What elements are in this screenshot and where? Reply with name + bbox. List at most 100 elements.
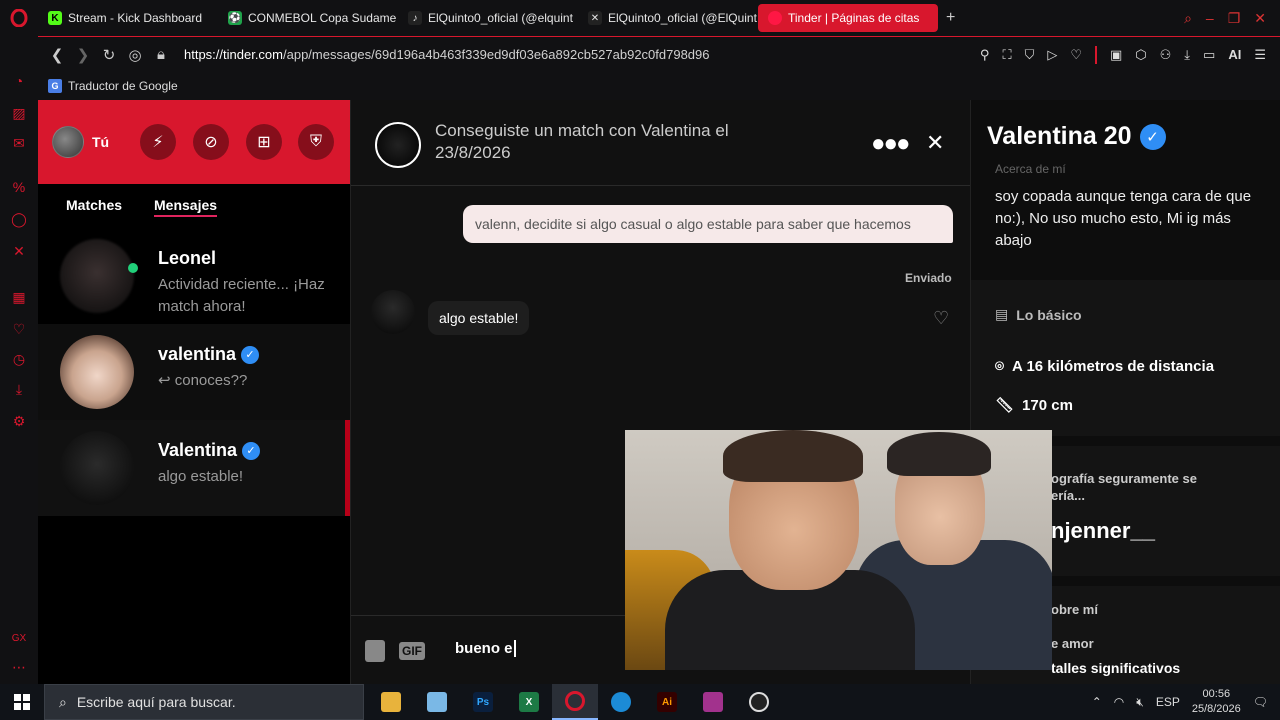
tab-x[interactable]: ✕ ElQuinto0_oficial (@ElQuint: [578, 4, 758, 32]
whatsapp-icon[interactable]: ◯: [10, 210, 28, 228]
my-profile-label[interactable]: Tú: [92, 134, 109, 150]
conversation-item[interactable]: valentina ✓ ↩ conoces??: [38, 324, 350, 420]
wifi-icon[interactable]: ◠: [1114, 695, 1124, 709]
photo-hint: ografía seguramente se ería...: [1051, 471, 1197, 503]
match-avatar[interactable]: [375, 122, 421, 168]
winrar-icon[interactable]: [690, 684, 736, 720]
clock[interactable]: 00:56 25/8/2026: [1192, 687, 1241, 717]
windows-start-icon[interactable]: [0, 684, 44, 720]
conversation-item[interactable]: Valentina ✓ algo estable!: [38, 420, 350, 516]
pin-icon[interactable]: ⚲: [980, 47, 990, 63]
photoshop-icon[interactable]: Ps: [460, 684, 506, 720]
back-icon[interactable]: ❮: [44, 46, 70, 64]
language-indicator[interactable]: ESP: [1156, 695, 1180, 709]
forward-icon[interactable]: ❯: [70, 46, 96, 64]
notifications-icon[interactable]: 🗨︎: [1253, 695, 1268, 709]
snapshot-icon[interactable]: ⛶: [1002, 47, 1011, 63]
site-info-icon[interactable]: ◎: [122, 46, 148, 64]
conversation-name: Valentina ✓: [158, 440, 261, 461]
opera-sidebar: ◔ ▨ ✉ % ◯ ✕ ▦ ♡ ◷ ⤓ ⚙ GX ⋯: [0, 36, 38, 684]
gif-button[interactable]: GIF: [399, 642, 425, 660]
tab-label: CONMEBOL Copa Sudame: [248, 11, 397, 25]
volume-muted-icon[interactable]: 🔇︎: [1136, 695, 1144, 710]
boost-icon[interactable]: ⚡: [140, 124, 176, 160]
bookmark-google-translate[interactable]: Traductor de Google: [68, 79, 178, 93]
chevron-up-icon[interactable]: ⌃: [1092, 695, 1102, 709]
safety-shield-icon[interactable]: ⛨: [298, 124, 334, 160]
aria-ai-button[interactable]: AI: [1228, 47, 1241, 62]
tab-label: Tinder | Páginas de citas: [788, 11, 920, 25]
lock-icon[interactable]: 🔒︎: [148, 46, 174, 63]
url-field[interactable]: https://tinder.com/app/messages/69d196a4…: [184, 47, 710, 62]
new-tab-button[interactable]: +: [938, 9, 963, 27]
download-icon[interactable]: ⤓: [1184, 47, 1190, 63]
history-icon[interactable]: ◷: [10, 350, 28, 368]
browser-tab-bar: K Stream - Kick Dashboard ⚽ CONMEBOL Cop…: [0, 0, 1280, 36]
play-icon[interactable]: ▷: [1047, 47, 1057, 63]
tab-conmebol[interactable]: ⚽ CONMEBOL Copa Sudame: [218, 4, 398, 32]
instagram-handle[interactable]: njenner__: [1051, 518, 1155, 544]
favorites-icon[interactable]: ♡: [10, 320, 28, 338]
percent-icon[interactable]: %: [10, 178, 28, 196]
tab-label: Stream - Kick Dashboard: [68, 11, 203, 25]
basics-title-text: Lo básico: [1016, 306, 1082, 323]
person-1-hair: [723, 430, 863, 482]
file-explorer-icon[interactable]: [368, 684, 414, 720]
section-heading: Acerca de mí: [995, 162, 1066, 176]
google-translate-icon: G: [48, 79, 62, 93]
conversation-name: Leonel: [158, 248, 216, 269]
menu-icon[interactable]: ☰: [1254, 47, 1266, 63]
illustrator-icon[interactable]: Ai: [644, 684, 690, 720]
settings-icon[interactable]: ⚙: [10, 412, 28, 430]
shield-icon[interactable]: ⛉: [1025, 47, 1035, 63]
notepad-icon[interactable]: [414, 684, 460, 720]
downloads-icon[interactable]: ⤓: [10, 380, 28, 398]
tab-matches[interactable]: Matches: [66, 197, 122, 213]
extensions-icon[interactable]: ⬡: [1135, 47, 1146, 63]
conversation-item[interactable]: Leonel Actividad reciente... ¡Haz match …: [38, 228, 350, 324]
opera-logo-icon[interactable]: [0, 0, 38, 36]
sender-avatar[interactable]: [371, 290, 415, 334]
aria-icon[interactable]: ◔: [10, 72, 28, 90]
maximize-icon[interactable]: ❐: [1228, 10, 1241, 27]
edge-icon[interactable]: [598, 684, 644, 720]
webcam-overlay: [625, 430, 1052, 670]
pinboard-icon[interactable]: ▨: [10, 104, 28, 122]
explore-compass-icon[interactable]: ⊘: [193, 124, 229, 160]
excel-icon[interactable]: X: [506, 684, 552, 720]
tab-tiktok[interactable]: ♪ ElQuinto0_oficial (@elquint: [398, 4, 578, 32]
person-2-hair: [887, 432, 991, 476]
tab-tinder[interactable]: Tinder | Páginas de citas: [758, 4, 938, 32]
search-tabs-icon[interactable]: ⌕: [1184, 10, 1192, 27]
my-avatar[interactable]: [52, 126, 84, 158]
close-icon[interactable]: ✕: [926, 130, 944, 156]
minimize-icon[interactable]: –: [1206, 10, 1214, 27]
chat-header: Conseguiste un match con Valentina el 23…: [351, 100, 971, 186]
close-window-icon[interactable]: ✕: [1254, 10, 1266, 27]
tab-kick[interactable]: K Stream - Kick Dashboard: [38, 4, 218, 32]
kick-icon: K: [48, 11, 62, 25]
x-sidebar-icon[interactable]: ✕: [10, 242, 28, 260]
more-options-icon[interactable]: ●●●: [871, 130, 910, 158]
heart-like-icon[interactable]: ♡: [933, 308, 949, 329]
gx-icon[interactable]: GX: [10, 630, 28, 648]
message-input[interactable]: bueno e: [455, 640, 516, 657]
opera-gx-taskbar-icon[interactable]: [552, 684, 598, 720]
contact-card-icon[interactable]: [365, 640, 385, 662]
battery-saver-icon[interactable]: ▭: [1203, 47, 1215, 63]
reload-icon[interactable]: ↻: [96, 46, 122, 64]
conversation-preview: ↩ conoces??: [158, 372, 248, 389]
wallet-icon[interactable]: ▣: [1110, 47, 1122, 63]
x-icon: ✕: [588, 11, 602, 25]
work-briefcase-icon[interactable]: ⊞: [246, 124, 282, 160]
apps-icon[interactable]: ▦: [10, 288, 28, 306]
mail-icon[interactable]: ✉: [10, 134, 28, 152]
address-bar: ❮ ❯ ↻ ◎ 🔒︎ https://tinder.com/app/messag…: [38, 36, 1280, 72]
name-age: Valentina 20: [987, 122, 1132, 150]
obs-icon[interactable]: [736, 684, 782, 720]
more-icon[interactable]: ⋯: [10, 658, 28, 676]
taskbar-search-box[interactable]: ⌕ Escribe aquí para buscar.: [44, 684, 364, 720]
account-icon[interactable]: ⚇: [1160, 47, 1172, 63]
tab-messages[interactable]: Mensajes: [154, 197, 218, 217]
heart-icon[interactable]: ♡: [1070, 47, 1082, 63]
